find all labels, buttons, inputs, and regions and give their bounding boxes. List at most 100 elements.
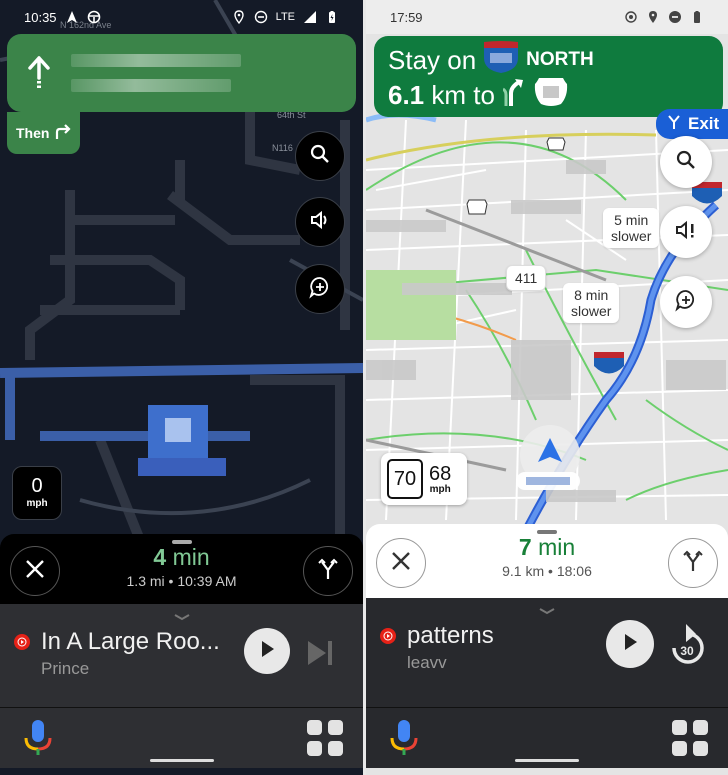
turn-right-icon xyxy=(54,123,72,143)
play-icon xyxy=(259,640,275,663)
street-label: N116 xyxy=(272,143,293,153)
eta-value: 4 xyxy=(153,544,167,570)
android-auto-light-screen: 411 17:59 Stay on NORTH 6.1 km to Exit 5… xyxy=(366,0,728,775)
status-bar: 10:35 LTE xyxy=(0,0,363,34)
youtube-music-icon xyxy=(14,634,30,650)
navigation-icon xyxy=(65,10,79,24)
separator: • xyxy=(548,563,553,579)
app-launcher-icon[interactable] xyxy=(307,720,343,756)
track-artist: Prince xyxy=(41,659,90,678)
screens-comparison: N 162nd Ave 64th St N116 10:35 LTE Then … xyxy=(0,0,728,775)
fork-icon xyxy=(666,114,682,135)
route-badge: 411 xyxy=(506,265,547,291)
gps-icon xyxy=(624,10,638,24)
chevron-down-icon[interactable] xyxy=(173,608,191,626)
alt-route-callout[interactable]: 5 min slower xyxy=(603,208,660,248)
alternate-routes-button[interactable] xyxy=(668,538,718,588)
street-name-redacted xyxy=(71,54,241,92)
chevron-down-icon[interactable] xyxy=(538,602,556,620)
skip-next-icon xyxy=(306,641,334,671)
forward-30-button[interactable]: 30 xyxy=(666,620,708,671)
fork-routes-icon xyxy=(316,557,340,586)
direction-label: NORTH xyxy=(526,49,594,70)
arrival-time: 18:06 xyxy=(556,563,592,579)
navigation-instruction-card[interactable] xyxy=(7,34,356,112)
eta-unit: min xyxy=(538,534,576,560)
mute-alert-icon xyxy=(674,218,698,247)
speed-unit: mph xyxy=(429,483,451,495)
separator: • xyxy=(168,573,174,589)
signal-icon xyxy=(303,10,317,24)
battery-charging-icon xyxy=(325,10,339,24)
forward-seconds: 30 xyxy=(680,644,694,658)
eta-value: 7 xyxy=(518,534,532,560)
volume-icon xyxy=(308,208,332,237)
interstate-shield-icon xyxy=(482,40,520,81)
trip-summary-bar[interactable]: 4 min 1.3 mi • 10:39 AM xyxy=(0,534,363,604)
callout-label: slower xyxy=(611,228,652,244)
add-report-icon xyxy=(674,288,698,317)
status-time: 10:35 xyxy=(24,9,57,25)
skip-next-button[interactable] xyxy=(306,639,334,672)
status-bar: 17:59 xyxy=(366,0,728,34)
track-title[interactable]: patterns xyxy=(407,622,494,650)
search-button[interactable] xyxy=(295,131,345,181)
callout-label: slower xyxy=(571,303,612,319)
play-button[interactable] xyxy=(606,620,654,668)
distance-rest: km to xyxy=(431,79,495,110)
speed-unit: mph xyxy=(26,498,48,509)
youtube-music-icon xyxy=(380,628,396,644)
system-bar xyxy=(0,708,363,768)
us-route-shield-icon xyxy=(533,76,569,115)
then-card[interactable]: Then xyxy=(7,112,80,154)
volume-button[interactable] xyxy=(295,197,345,247)
trip-distance: 1.3 mi xyxy=(126,573,165,589)
play-button[interactable] xyxy=(244,628,290,674)
do-not-disturb-icon xyxy=(668,10,682,24)
alternate-routes-button[interactable] xyxy=(303,546,353,596)
exit-button[interactable]: Exit xyxy=(656,109,728,139)
location-icon xyxy=(232,10,246,24)
callout-time: 8 min xyxy=(574,287,609,303)
exit-label: Exit xyxy=(688,114,720,133)
home-indicator[interactable] xyxy=(515,759,579,762)
arrival-time: 10:39 AM xyxy=(177,573,237,589)
current-speed: 0 xyxy=(31,475,43,497)
media-card[interactable]: patterns leavv 30 xyxy=(366,598,728,708)
home-indicator[interactable] xyxy=(149,759,214,762)
instruction-prefix: Stay on xyxy=(388,44,477,75)
alt-route-callout[interactable]: 8 min slower xyxy=(563,283,620,323)
eta-unit: min xyxy=(172,544,210,570)
media-card[interactable]: In A Large Roo... Prince xyxy=(0,604,363,708)
speedometer: 0 mph xyxy=(12,466,62,520)
add-report-icon xyxy=(308,275,332,304)
current-speed: 68 mph xyxy=(429,464,451,495)
steering-wheel-icon xyxy=(87,10,101,24)
callout-time: 5 min xyxy=(614,212,649,228)
search-button[interactable] xyxy=(660,136,712,188)
android-auto-dark-screen: N 162nd Ave 64th St N116 10:35 LTE Then … xyxy=(0,0,363,775)
mute-alerts-button[interactable] xyxy=(660,206,712,258)
add-report-button[interactable] xyxy=(660,276,712,328)
battery-icon xyxy=(690,10,704,24)
search-icon xyxy=(674,148,698,177)
fork-routes-icon xyxy=(681,549,705,578)
play-icon xyxy=(622,633,638,656)
system-bar xyxy=(366,708,728,768)
app-launcher-icon[interactable] xyxy=(672,720,708,756)
instruction-line-1: Stay on NORTH xyxy=(388,40,709,77)
track-title[interactable]: In A Large Roo... xyxy=(41,628,220,656)
instruction-line-2: 6.1 km to xyxy=(388,77,709,113)
navigation-instruction-card[interactable]: Stay on NORTH 6.1 km to xyxy=(374,36,723,117)
add-report-button[interactable] xyxy=(295,264,345,314)
speed-limit-sign: 70 xyxy=(387,459,423,499)
google-assistant-mic-icon[interactable] xyxy=(22,718,54,763)
straight-arrow-icon xyxy=(7,56,71,90)
slight-right-icon xyxy=(502,77,525,114)
trip-summary-bar[interactable]: 7 min 9.1 km • 18:06 xyxy=(366,524,728,598)
then-label: Then xyxy=(16,125,50,141)
forward-30-icon: 30 xyxy=(666,624,708,670)
google-assistant-mic-icon[interactable] xyxy=(388,718,420,763)
track-artist: leavv xyxy=(407,653,447,672)
route-number: 411 xyxy=(515,270,538,286)
